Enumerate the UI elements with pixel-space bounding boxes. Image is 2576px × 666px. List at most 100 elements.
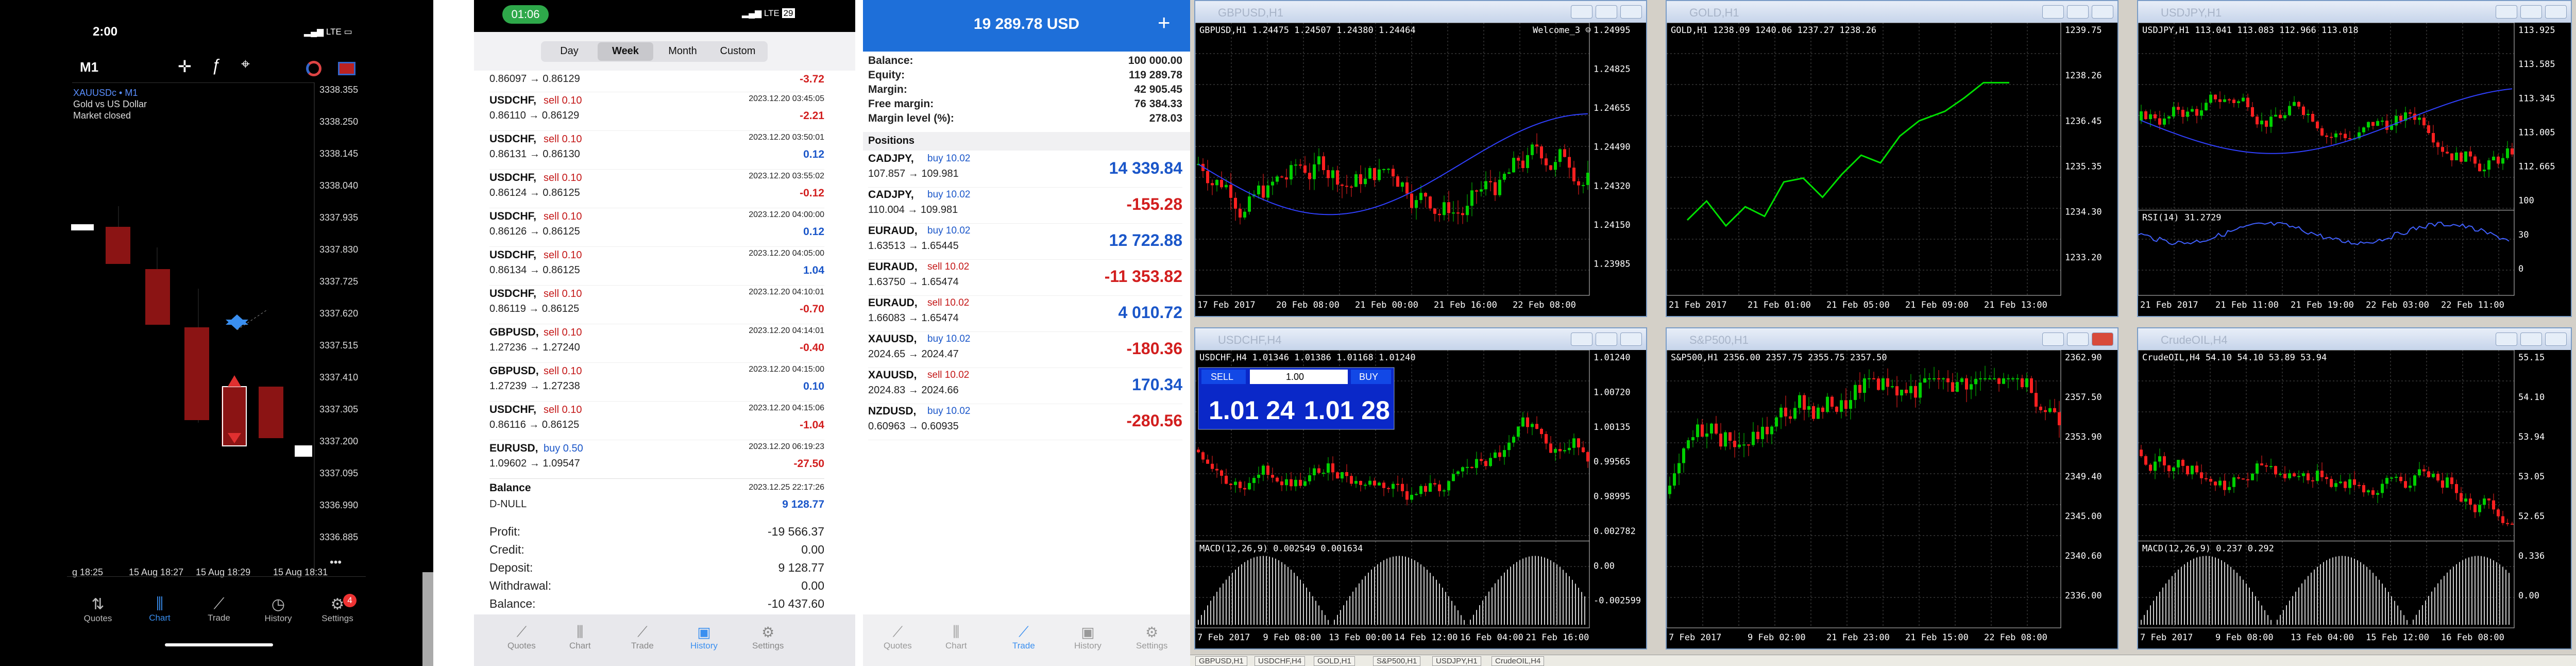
chart-canvas[interactable]: S&P500,H1 2356.00 2357.75 2355.75 2357.5… <box>1667 350 2117 648</box>
tab-settings[interactable]: ⚙ Settings <box>1136 624 1167 651</box>
position-row[interactable]: CADJPY, buy 10.02 110.004 → 109.981 -155.28 <box>868 188 1182 224</box>
list-item[interactable]: 0.86097 → 0.86129 -3.72 <box>489 71 824 92</box>
minimize-button[interactable] <box>2042 332 2064 346</box>
chart-window[interactable]: USDJPY,H1 USDJPY,H1 113.041 113.083 112.9… <box>2137 0 2572 317</box>
tab-history[interactable]: ◷ History <box>247 595 309 624</box>
candle <box>1503 450 1506 457</box>
period-day[interactable]: Day <box>544 45 595 57</box>
chart-canvas[interactable]: GBPUSD,H1 1.24475 1.24507 1.24380 1.2446… <box>1195 23 1646 316</box>
close-button[interactable] <box>2545 332 2567 346</box>
table-row[interactable]: USDCHF, sell 0.10 2023.12.20 03:55:02 0.861… <box>489 169 824 208</box>
table-row[interactable]: USDCHF, sell 0.10 2023.12.20 03:45:05 0.861… <box>489 92 824 130</box>
close-button[interactable] <box>2092 5 2113 19</box>
chart-canvas[interactable]: GOLD,H1 1238.09 1240.06 1237.27 1238.26 1… <box>1667 23 2117 316</box>
price-move: 1.63513 → 1.65445 <box>868 240 959 252</box>
chart-window[interactable]: GBPUSD,H1 GBPUSD,H1 1.24475 1.24507 1.243… <box>1194 0 1647 317</box>
minimize-button[interactable] <box>1571 332 1592 346</box>
chart-canvas[interactable]: USDJPY,H1 113.041 113.083 112.966 113.01… <box>2138 23 2571 316</box>
minimize-button[interactable] <box>1571 5 1592 19</box>
tab-settings[interactable]: ⚙ Settings <box>752 624 784 651</box>
price-label: 2340.60 <box>2065 551 2102 561</box>
minimize-button[interactable] <box>2496 332 2517 346</box>
window-titlebar[interactable]: GOLD,H1 <box>1667 1 2117 23</box>
restore-button[interactable] <box>1596 332 1617 346</box>
tab-trade[interactable]: ⟋ Trade <box>631 624 654 651</box>
tab-trade[interactable]: ⟋ Trade <box>188 595 250 623</box>
close-button[interactable] <box>1620 332 1642 346</box>
candle <box>1470 190 1473 206</box>
table-row[interactable]: EURUSD, buy 0.50 2023.12.20 06:19:23 1.0960… <box>489 440 824 478</box>
tab-settings[interactable]: ⚙ Settings <box>307 595 368 624</box>
timeframe-button[interactable]: M1 <box>80 59 98 75</box>
account-value: 42 905.45 <box>1134 84 1182 95</box>
trade-icon[interactable] <box>306 61 321 76</box>
flag-icon[interactable] <box>338 62 355 75</box>
tab-quotes[interactable]: ⟋ Quotes <box>507 624 536 651</box>
position-row[interactable]: EURAUD, sell 10.02 1.63750 → 1.65474 -11 35… <box>868 260 1182 296</box>
restore-button[interactable] <box>1596 5 1617 19</box>
window-titlebar[interactable]: GBPUSD,H1 <box>1195 1 1646 23</box>
table-row[interactable]: USDCHF, sell 0.10 2023.12.20 04:10:01 0.861… <box>489 285 824 324</box>
restore-button[interactable] <box>2067 332 2089 346</box>
restore-button[interactable] <box>2520 5 2542 19</box>
restore-button[interactable] <box>2520 332 2542 346</box>
candle <box>1336 472 1339 479</box>
position-row[interactable]: XAUUSD, sell 10.02 2024.83 → 2024.66 170.34 <box>868 368 1182 404</box>
tab-history[interactable]: ▣ History <box>1074 624 1101 651</box>
chart-window[interactable]: S&P500,H1 S&P500,H1 2356.00 2357.75 2355.… <box>1666 327 2119 650</box>
minimize-button[interactable] <box>2496 5 2517 19</box>
tab-history[interactable]: ▣ History <box>690 624 718 651</box>
period-custom[interactable]: Custom <box>712 45 764 57</box>
mobile-chart-canvas[interactable]: 3338.355 3338.250 3338.145 3338.040 3337.935… <box>67 82 433 577</box>
chart-tab[interactable]: S&P500,H1 <box>1373 656 1421 666</box>
table-row[interactable]: USDCHF, sell 0.10 2023.12.20 04:05:00 0.861… <box>489 246 824 285</box>
window-titlebar[interactable]: USDCHF,H4 <box>1195 328 1646 350</box>
table-row[interactable]: USDCHF, sell 0.10 2023.12.20 04:15:06 0.861… <box>489 401 824 440</box>
candle <box>1354 174 1358 187</box>
tab-trade[interactable]: ⟋ Trade <box>1012 624 1035 651</box>
position-row[interactable]: XAUUSD, buy 10.02 2024.65 → 2024.47 -180.36 <box>868 332 1182 368</box>
table-row[interactable]: USDCHF, sell 0.10 2023.12.20 04:00:00 0.861… <box>489 208 824 246</box>
indicator-icon[interactable]: ƒ <box>211 56 221 75</box>
position-row[interactable]: EURAUD, buy 10.02 1.63513 → 1.65445 12 722.… <box>868 224 1182 260</box>
tab-quotes[interactable]: ⟋ Quotes <box>884 624 912 651</box>
close-button[interactable] <box>1620 5 1642 19</box>
more-button[interactable]: ••• <box>330 556 342 569</box>
window-titlebar[interactable]: USDJPY,H1 <box>2138 1 2571 23</box>
symbol: EURAUD, <box>868 261 918 273</box>
period-week[interactable]: Week <box>600 45 651 57</box>
period-month[interactable]: Month <box>657 45 708 57</box>
position-row[interactable]: EURAUD, sell 10.02 1.66083 → 1.65474 4 010.… <box>868 296 1182 332</box>
tab-quotes[interactable]: ⇅ Quotes <box>67 595 129 624</box>
new-order-button[interactable]: + <box>1158 10 1171 35</box>
position-row[interactable]: CADJPY, buy 10.02 107.857 → 109.981 14 339.… <box>868 152 1182 188</box>
close-button[interactable] <box>2545 5 2567 19</box>
chart-tab[interactable]: USDJPY,H1 <box>1432 656 1481 666</box>
position-row[interactable]: NZDUSD, buy 10.02 0.60963 → 0.60935 -280.56 <box>868 404 1182 440</box>
table-row[interactable]: GBPUSD, sell 0.10 2023.12.20 04:15:00 1.272… <box>489 362 824 401</box>
restore-button[interactable] <box>2067 5 2089 19</box>
chart-window[interactable]: CrudeOIL,H4 CrudeOIL,H4 54.10 54.10 53.89… <box>2137 327 2572 650</box>
window-titlebar[interactable]: S&P500,H1 <box>1667 328 2117 350</box>
crosshair-icon[interactable]: ✛ <box>178 57 192 76</box>
table-row[interactable]: USDCHF, sell 0.10 2023.12.20 03:50:01 0.861… <box>489 130 824 169</box>
chart-canvas[interactable]: CrudeOIL,H4 54.10 54.10 53.89 53.94 55.15… <box>2138 350 2571 648</box>
chart-canvas[interactable]: USDCHF,H4 1.01346 1.01386 1.01168 1.0124… <box>1195 350 1646 648</box>
tab-chart[interactable]: ⫼ Chart <box>129 595 191 623</box>
close-button[interactable] <box>2092 332 2113 346</box>
minimize-button[interactable] <box>2042 5 2064 19</box>
objects-icon[interactable]: ⌖ <box>241 56 250 73</box>
window-titlebar[interactable]: CrudeOIL,H4 <box>2138 328 2571 350</box>
chart-tab[interactable]: GBPUSD,H1 <box>1195 656 1247 666</box>
balance-row[interactable]: Balance 2023.12.25 22:17:26 D-NULL 9 128… <box>489 478 824 520</box>
chart-window[interactable]: GOLD,H1 GOLD,H1 1238.09 1240.06 1237.27 1… <box>1666 0 2119 317</box>
tab-chart[interactable]: ⫼ Chart <box>945 624 967 651</box>
candle <box>2279 474 2282 475</box>
tab-chart[interactable]: ⫼ Chart <box>569 624 591 651</box>
chart-tab[interactable]: CrudeOIL,H4 <box>1492 656 1545 666</box>
chart-tab[interactable]: USDCHF,H4 <box>1255 656 1306 666</box>
table-row[interactable]: GBPUSD, sell 0.10 2023.12.20 04:14:01 1.272… <box>489 324 824 362</box>
chart-window[interactable]: USDCHF,H4 USDCHF,H4 1.01346 1.01386 1.011… <box>1194 327 1647 650</box>
chart-tab[interactable]: GOLD,H1 <box>1314 656 1355 666</box>
candle <box>1914 386 1917 398</box>
